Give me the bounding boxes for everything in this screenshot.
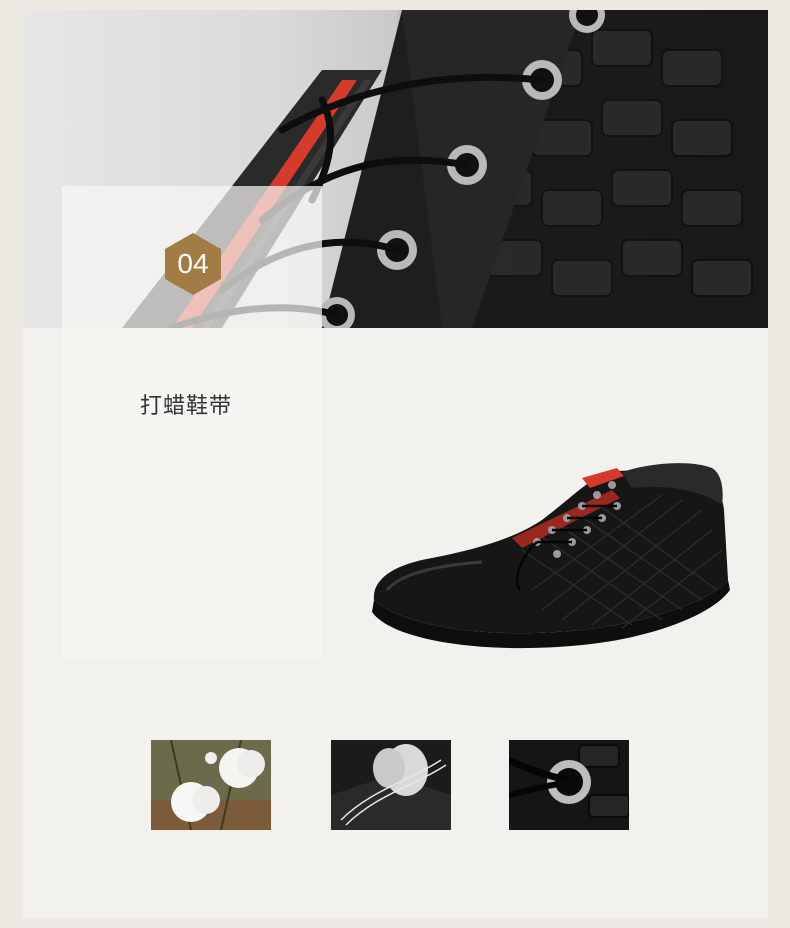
thumbnail-eyelet-lace bbox=[509, 740, 629, 830]
feature-title: 打蜡鞋带 bbox=[140, 394, 233, 419]
feature-number-badge: 04 bbox=[164, 232, 222, 296]
product-shoe-image bbox=[362, 450, 742, 660]
thumbnail-waxing-lace bbox=[331, 740, 451, 830]
detail-panel: 04 打蜡鞋带 bbox=[22, 10, 768, 918]
feature-number: 04 bbox=[177, 248, 209, 279]
thumbnail-cotton bbox=[151, 740, 271, 830]
